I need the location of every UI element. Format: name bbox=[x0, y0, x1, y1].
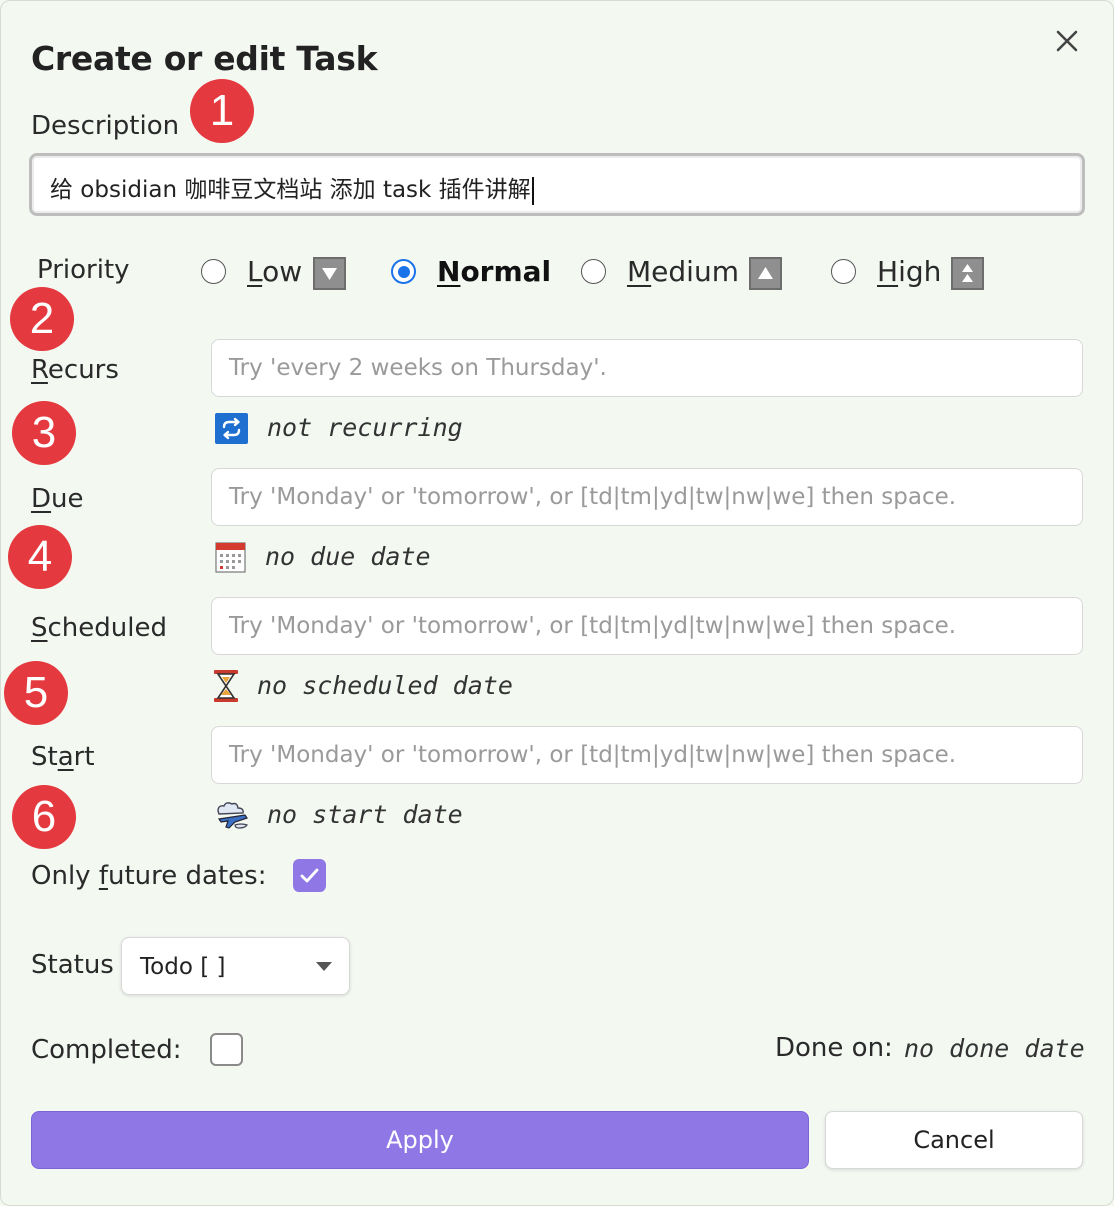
start-hint: no start date bbox=[267, 800, 463, 829]
annotation-badge-5: 5 bbox=[4, 661, 68, 725]
status-label: Status bbox=[31, 950, 114, 980]
hourglass-icon bbox=[213, 669, 239, 703]
calendar-icon bbox=[215, 541, 246, 573]
annotation-badge-2: 2 bbox=[10, 287, 74, 351]
start-label: Start bbox=[31, 742, 95, 772]
recurs-hint: not recurring bbox=[267, 413, 463, 442]
annotation-badge-6: 6 bbox=[12, 785, 76, 849]
recurs-label: Recurs bbox=[31, 355, 119, 385]
done-on-label: Done on: bbox=[775, 1033, 893, 1063]
repeat-icon bbox=[215, 413, 248, 444]
start-input[interactable]: Try 'Monday' or 'tomorrow', or [td|tm|yd… bbox=[211, 726, 1083, 784]
double-up-arrow-icon bbox=[951, 257, 984, 290]
due-label: Due bbox=[31, 484, 84, 514]
scheduled-hint: no scheduled date bbox=[257, 671, 513, 700]
annotation-badge-4: 4 bbox=[8, 525, 72, 589]
description-input[interactable]: 给 obsidian 咖啡豆文档站 添加 task 插件讲解 bbox=[29, 153, 1085, 216]
priority-low-label[interactable]: Low bbox=[247, 255, 302, 288]
due-input[interactable]: Try 'Monday' or 'tomorrow', or [td|tm|yd… bbox=[211, 468, 1083, 526]
down-arrow-icon bbox=[313, 257, 346, 290]
priority-label: Priority bbox=[37, 255, 130, 285]
priority-medium-label[interactable]: Medium bbox=[627, 255, 739, 288]
priority-normal-label[interactable]: Normal bbox=[437, 255, 551, 288]
dialog-title: Create or edit Task bbox=[31, 39, 378, 78]
airplane-icon bbox=[215, 801, 249, 829]
task-dialog: Create or edit Task Description 1 给 obsi… bbox=[0, 0, 1114, 1206]
text-caret bbox=[531, 176, 534, 205]
only-future-dates-checkbox[interactable] bbox=[293, 859, 326, 892]
annotation-badge-3: 3 bbox=[12, 401, 76, 465]
scheduled-input[interactable]: Try 'Monday' or 'tomorrow', or [td|tm|yd… bbox=[211, 597, 1083, 655]
close-icon[interactable] bbox=[1051, 25, 1083, 57]
recurs-input[interactable]: Try 'every 2 weeks on Thursday'. bbox=[211, 339, 1083, 397]
only-future-dates-label: Only future dates: bbox=[31, 861, 267, 891]
completed-label: Completed: bbox=[31, 1035, 182, 1065]
chevron-down-icon bbox=[316, 962, 332, 971]
priority-low-radio[interactable] bbox=[201, 259, 226, 284]
priority-high-label[interactable]: High bbox=[877, 255, 941, 288]
done-on-value: no done date bbox=[904, 1034, 1085, 1063]
apply-button[interactable]: Apply bbox=[31, 1111, 809, 1169]
status-value: Todo [ ] bbox=[140, 954, 226, 980]
due-hint: no due date bbox=[265, 542, 431, 571]
description-value: 给 obsidian 咖啡豆文档站 添加 task 插件讲解 bbox=[50, 177, 531, 203]
completed-checkbox[interactable] bbox=[210, 1033, 243, 1066]
scheduled-label: Scheduled bbox=[31, 613, 167, 643]
cancel-button[interactable]: Cancel bbox=[825, 1111, 1083, 1169]
priority-high-radio[interactable] bbox=[831, 259, 856, 284]
up-arrow-icon bbox=[749, 257, 782, 290]
checkmark-icon bbox=[300, 868, 319, 883]
description-label: Description bbox=[31, 111, 180, 141]
annotation-badge-1: 1 bbox=[190, 79, 254, 143]
status-select[interactable]: Todo [ ] bbox=[121, 937, 350, 995]
priority-normal-radio[interactable] bbox=[391, 259, 416, 284]
priority-medium-radio[interactable] bbox=[581, 259, 606, 284]
